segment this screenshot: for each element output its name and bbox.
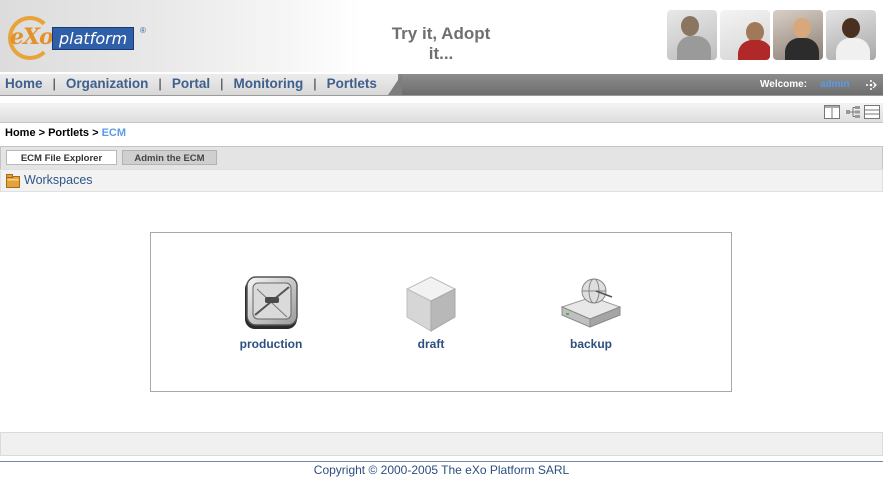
cube-icon bbox=[405, 276, 457, 332]
nav-item-monitoring[interactable]: Monitoring bbox=[233, 76, 303, 91]
network-drive-icon bbox=[560, 278, 622, 328]
navbar-dark-section bbox=[398, 74, 883, 95]
breadcrumb: Home > Portlets > ECM bbox=[5, 127, 126, 139]
workspaces-link[interactable]: Workspaces bbox=[24, 173, 93, 187]
nav-item-portlets[interactable]: Portlets bbox=[327, 76, 377, 91]
main-navigation-bar: Home | Organization | Portal | Monitorin… bbox=[0, 74, 883, 96]
header-photo-2 bbox=[720, 10, 770, 60]
username-link[interactable]: admin bbox=[820, 79, 849, 90]
workspace-name: backup bbox=[569, 337, 612, 351]
logout-icon[interactable] bbox=[864, 78, 878, 92]
navbar-slant bbox=[388, 74, 402, 95]
drive-icon bbox=[245, 276, 298, 329]
list-view-icon[interactable] bbox=[864, 105, 880, 119]
footer-divider bbox=[0, 461, 883, 462]
nav-menu: Home | Organization | Portal | Monitorin… bbox=[5, 76, 377, 91]
header-photo-1 bbox=[667, 10, 717, 60]
portlet-footer-bar bbox=[0, 432, 883, 456]
logo-platform-text: platform bbox=[52, 27, 135, 50]
workspace-production[interactable]: production bbox=[221, 271, 321, 361]
header-tagline: Try it, Adopt it... bbox=[391, 24, 491, 63]
layout-columns-icon[interactable] bbox=[824, 105, 840, 119]
tab-admin-the-ecm[interactable]: Admin the ECM bbox=[122, 150, 217, 165]
nav-item-organization[interactable]: Organization bbox=[66, 76, 149, 91]
logo-registered-mark: ® bbox=[140, 26, 146, 35]
portal-toolbar bbox=[0, 103, 883, 123]
workspace-draft[interactable]: draft bbox=[381, 271, 481, 361]
workspace-name: production bbox=[239, 337, 303, 351]
nav-separator: | bbox=[220, 76, 224, 91]
tree-view-icon[interactable] bbox=[845, 105, 861, 119]
page-header: eXo platform ® Try it, Adopt it... bbox=[0, 0, 883, 72]
logo-exo-text: eXo bbox=[10, 24, 54, 50]
workspace-name: draft bbox=[417, 337, 445, 351]
tab-ecm-file-explorer[interactable]: ECM File Explorer bbox=[6, 150, 117, 165]
workspace-folder-icon bbox=[6, 174, 20, 188]
portlet-tab-bar: ECM File Explorer Admin the ECM bbox=[0, 146, 883, 170]
nav-separator: | bbox=[313, 76, 317, 91]
breadcrumb-path[interactable]: Home > Portlets > bbox=[5, 127, 102, 139]
header-photo-4 bbox=[826, 10, 876, 60]
copyright-text: Copyright © 2000-2005 The eXo Platform S… bbox=[313, 463, 570, 477]
nav-item-home[interactable]: Home bbox=[5, 76, 43, 91]
nav-item-portal[interactable]: Portal bbox=[172, 76, 210, 91]
workspaces-header: Workspaces bbox=[0, 169, 883, 192]
nav-separator: | bbox=[158, 76, 162, 91]
workspace-list-panel: production draft backup bbox=[150, 232, 732, 392]
exo-platform-logo[interactable]: eXo platform ® bbox=[6, 14, 156, 64]
welcome-label: Welcome: bbox=[760, 79, 808, 90]
workspace-backup[interactable]: backup bbox=[541, 271, 641, 361]
header-photo-3 bbox=[773, 10, 823, 60]
breadcrumb-current: ECM bbox=[101, 127, 127, 139]
nav-separator: | bbox=[52, 76, 56, 91]
